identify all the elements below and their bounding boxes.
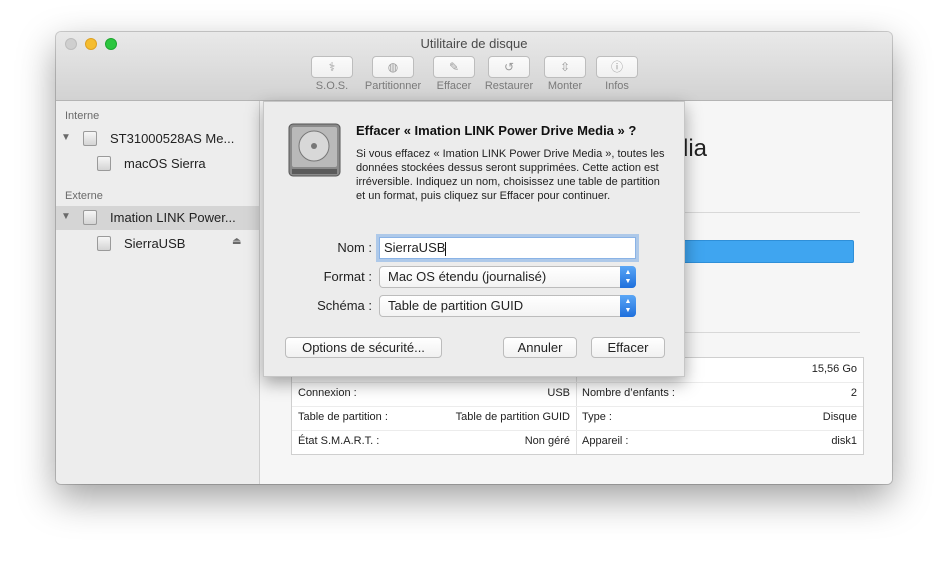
scheme-selected-value: Table de partition GUID: [388, 298, 524, 313]
table-key: Appareil :: [582, 435, 629, 447]
sidebar-item-macos-sierra[interactable]: macOS Sierra: [56, 152, 259, 176]
volume-icon: [97, 236, 111, 251]
text-caret: [445, 241, 447, 256]
divider: [680, 332, 860, 333]
format-selected-value: Mac OS étendu (journalisé): [388, 269, 547, 284]
erase-button[interactable]: Effacer: [591, 337, 665, 358]
row-divider: [292, 430, 863, 431]
eject-icon[interactable]: ⏏: [232, 236, 241, 247]
toolbar-restore-button[interactable]: ↺ Restaurer: [479, 56, 539, 92]
sidebar-item-internal-disk[interactable]: ▼ ST31000528AS Me...: [56, 127, 259, 151]
table-key: Connexion :: [298, 387, 357, 399]
sidebar: Interne ▼ ST31000528AS Me... macOS Sierr…: [56, 101, 260, 484]
hard-drive-icon: [288, 123, 341, 177]
cancel-button[interactable]: Annuler: [503, 337, 577, 358]
format-label: Format :: [323, 269, 372, 284]
sidebar-item-label: SierraUSB: [124, 236, 186, 251]
stethoscope-icon: ⚕: [311, 56, 353, 78]
toolbar-label: Effacer: [436, 80, 472, 92]
toolbar-info-button[interactable]: ⓘ Infos: [587, 56, 647, 92]
type-value: Disque: [822, 411, 857, 423]
erase-icon: ✎: [433, 56, 475, 78]
row-divider: [292, 382, 863, 383]
sidebar-item-sierrausb[interactable]: SierraUSB ⏏: [56, 232, 259, 256]
table-key: Nombre d’enfants :: [582, 387, 675, 399]
connection-value: USB: [547, 387, 570, 399]
toolbar-label: Monter: [547, 80, 583, 92]
popup-arrows-icon: ▲ ▼: [620, 266, 636, 288]
titlebar: Utilitaire de disque ⚕ S.O.S. ◍ Partitio…: [56, 32, 892, 101]
scheme-popup[interactable]: Table de partition GUID ▲ ▼: [379, 295, 636, 317]
sidebar-item-label: macOS Sierra: [124, 156, 206, 171]
sidebar-item-label: Imation LINK Power...: [110, 210, 236, 225]
device-value: disk1: [831, 435, 857, 447]
dialog-title: Effacer « Imation LINK Power Drive Media…: [356, 123, 637, 138]
erase-dialog: Effacer « Imation LINK Power Drive Media…: [263, 101, 685, 377]
capacity-value: 15,56 Go: [811, 363, 857, 375]
sidebar-section-internal: Interne: [65, 110, 100, 122]
name-field-value: SierraUSB: [384, 240, 446, 255]
name-label: Nom :: [337, 240, 372, 255]
popup-arrows-icon: ▲ ▼: [620, 295, 636, 317]
name-field[interactable]: SierraUSB: [379, 237, 636, 259]
toolbar-label: S.O.S.: [315, 80, 349, 92]
children-count-value: 2: [850, 387, 857, 399]
divider: [680, 212, 860, 213]
mount-icon: ⇳: [544, 56, 586, 78]
toolbar-label: Restaurer: [484, 80, 534, 92]
toolbar-label: Infos: [605, 80, 629, 92]
window-title: Utilitaire de disque: [420, 36, 528, 51]
sidebar-item-imation-link[interactable]: ▼ Imation LINK Power...: [56, 206, 259, 230]
security-options-button[interactable]: Options de sécurité...: [285, 337, 442, 358]
toolbar-mount-button[interactable]: ⇳ Monter: [535, 56, 595, 92]
sidebar-item-label: ST31000528AS Me...: [110, 131, 235, 146]
table-key: Type :: [582, 411, 612, 423]
external-drive-icon: [83, 210, 97, 225]
info-icon: ⓘ: [596, 56, 638, 78]
disclosure-triangle-icon[interactable]: ▼: [61, 132, 71, 143]
restore-icon: ↺: [488, 56, 530, 78]
table-key: État S.M.A.R.T. :: [298, 435, 380, 447]
scheme-label: Schéma :: [317, 298, 372, 313]
volume-icon: [97, 156, 111, 171]
partition-icon: ◍: [372, 56, 414, 78]
usage-bar: [680, 240, 854, 263]
disclosure-triangle-icon[interactable]: ▼: [61, 211, 71, 222]
hard-drive-icon: [83, 131, 97, 146]
toolbar-label: Partitionner: [364, 80, 422, 92]
row-divider: [292, 406, 863, 407]
partition-table-value: Table de partition GUID: [455, 411, 570, 423]
table-key: Table de partition :: [298, 411, 388, 423]
sidebar-section-external: Externe: [65, 190, 103, 202]
format-popup[interactable]: Mac OS étendu (journalisé) ▲ ▼: [379, 266, 636, 288]
toolbar-erase-button[interactable]: ✎ Effacer: [424, 56, 484, 92]
toolbar-sos-button[interactable]: ⚕ S.O.S.: [302, 56, 362, 92]
toolbar-partition-button[interactable]: ◍ Partitionner: [363, 56, 423, 92]
smart-status-value: Non géré: [524, 435, 570, 447]
dialog-message: Si vous effacez « Imation LINK Power Dri…: [356, 148, 665, 202]
